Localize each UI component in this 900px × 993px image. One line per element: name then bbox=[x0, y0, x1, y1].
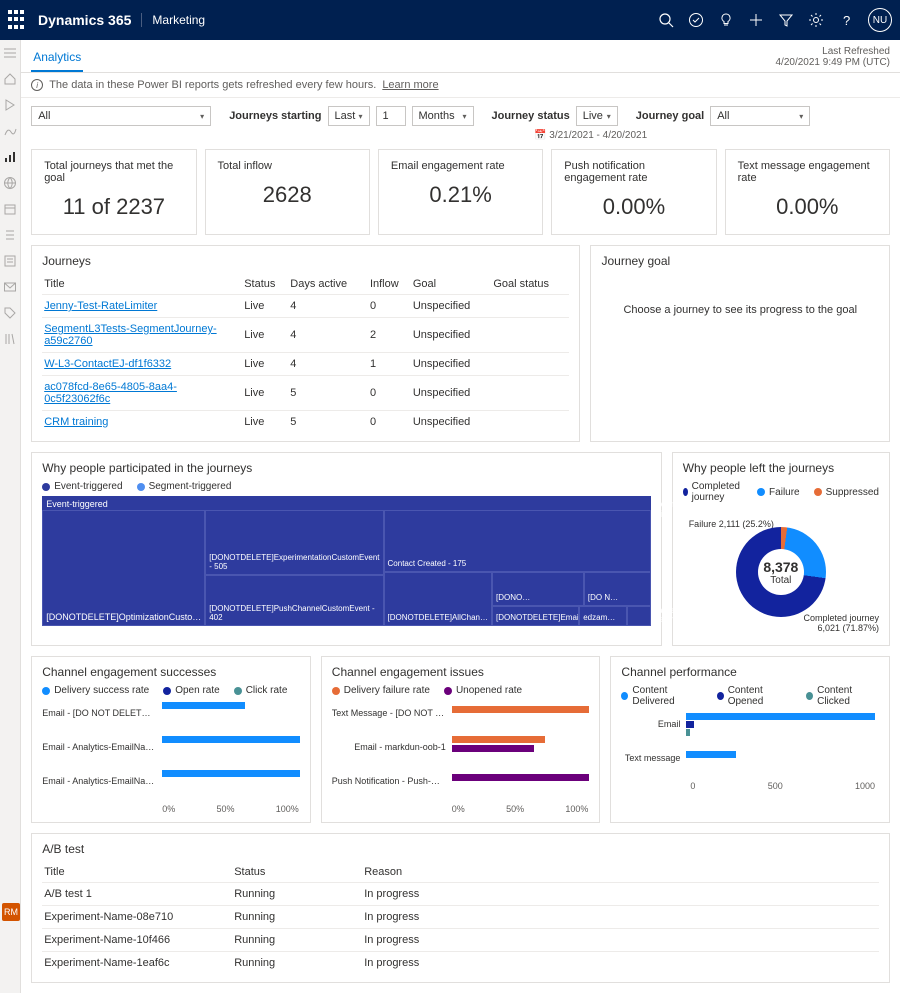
table-row[interactable]: Experiment-Name-10f466RunningIn progress bbox=[42, 929, 879, 952]
hamburger-icon[interactable] bbox=[3, 46, 17, 60]
journey-link[interactable]: Jenny-Test-RateLimiter bbox=[44, 300, 157, 312]
lightbulb-icon[interactable] bbox=[718, 12, 734, 28]
kpi-card: Email engagement rate0.21% bbox=[378, 149, 543, 235]
kpi-card: Total inflow2628 bbox=[205, 149, 370, 235]
table-row[interactable]: W-L3-ContactEJ-df1f6332Live41Unspecified bbox=[42, 353, 569, 376]
journeys-panel: Journeys Title Status Days active Inflow… bbox=[31, 245, 580, 442]
performance-chart[interactable]: Email Text message 05001000 bbox=[621, 713, 879, 791]
table-row[interactable]: Experiment-Name-1eaf6cRunningIn progress bbox=[42, 952, 879, 975]
filter-status-dropdown[interactable]: Live▾ bbox=[576, 106, 618, 126]
successes-chart[interactable]: Email - [DO NOT DELETE] L3 … Email - Ana… bbox=[42, 702, 300, 814]
table-row[interactable]: Jenny-Test-RateLimiterLive40Unspecified bbox=[42, 295, 569, 318]
info-link[interactable]: Learn more bbox=[382, 79, 438, 91]
journeys-title: Journeys bbox=[42, 254, 569, 268]
task-icon[interactable] bbox=[688, 12, 704, 28]
left-journeys-panel: Why people left the journeys Completed j… bbox=[672, 452, 890, 646]
nav-rail bbox=[0, 40, 21, 993]
filter-all-dropdown[interactable]: All▾ bbox=[31, 106, 211, 126]
info-text: The data in these Power BI reports gets … bbox=[49, 79, 376, 91]
form-icon[interactable] bbox=[3, 254, 17, 268]
table-row[interactable]: CRM trainingLive50Unspecified bbox=[42, 411, 569, 434]
filters-row: All▾ Journeys starting Last▾ 1 Months▾ J… bbox=[21, 98, 900, 128]
filter-period-dropdown[interactable]: Months▾ bbox=[412, 106, 474, 126]
table-row[interactable]: A/B test 1RunningIn progress bbox=[42, 883, 879, 906]
date-range: 📅 3/21/2021 - 4/20/2021 bbox=[281, 128, 900, 149]
successes-panel: Channel engagement successes Delivery su… bbox=[31, 656, 311, 823]
kpi-card: Total journeys that met the goal11 of 22… bbox=[31, 149, 196, 235]
table-row[interactable]: SegmentL3Tests-SegmentJourney-a59c2760Li… bbox=[42, 318, 569, 353]
filter-last-dropdown[interactable]: Last▾ bbox=[328, 106, 370, 126]
last-refreshed: Last Refreshed 4/20/2021 9:49 PM (UTC) bbox=[776, 46, 891, 68]
app-title: Dynamics 365 bbox=[38, 12, 131, 28]
filter-last-n[interactable]: 1 bbox=[376, 106, 406, 126]
journey-goal-panel: Journey goal Choose a journey to see its… bbox=[590, 245, 890, 442]
play-icon[interactable] bbox=[3, 98, 17, 112]
tab-bar: Analytics bbox=[21, 40, 900, 73]
kpi-row: Total journeys that met the goal11 of 22… bbox=[21, 149, 900, 235]
svg-text:?: ? bbox=[843, 13, 850, 28]
issues-panel: Channel engagement issues Delivery failu… bbox=[321, 656, 601, 823]
kpi-card: Push notification engagement rate0.00% bbox=[551, 149, 716, 235]
global-header: Dynamics 365 Marketing ? NU bbox=[0, 0, 900, 40]
goal-empty-message: Choose a journey to see its progress to … bbox=[601, 274, 879, 346]
info-bar: i The data in these Power BI reports get… bbox=[21, 73, 900, 98]
list-icon[interactable] bbox=[3, 228, 17, 242]
table-row[interactable]: ac078fcd-8e65-4805-8aa4-0c5f23062f6cLive… bbox=[42, 376, 569, 411]
abtest-table: Title Status Reason A/B test 1RunningIn … bbox=[42, 862, 879, 974]
user-avatar[interactable]: NU bbox=[868, 8, 892, 32]
journey-link[interactable]: ac078fcd-8e65-4805-8aa4-0c5f23062f6c bbox=[44, 381, 177, 405]
help-icon[interactable]: ? bbox=[838, 12, 854, 28]
table-row[interactable]: Experiment-Name-08e710RunningIn progress bbox=[42, 906, 879, 929]
journey-link[interactable]: CRM training bbox=[44, 416, 108, 428]
chevron-down-icon: ▾ bbox=[200, 112, 204, 121]
donut-chart[interactable]: Failure 2,111 (25.2%) 8,378Total Complet… bbox=[683, 507, 879, 637]
performance-panel: Channel performance Content Delivered Co… bbox=[610, 656, 890, 823]
rm-badge[interactable]: RM bbox=[2, 903, 20, 921]
library-icon[interactable] bbox=[3, 332, 17, 346]
calendar-icon[interactable] bbox=[3, 202, 17, 216]
analytics-icon[interactable] bbox=[3, 150, 17, 164]
gear-icon[interactable] bbox=[808, 12, 824, 28]
search-icon[interactable] bbox=[658, 12, 674, 28]
issues-chart[interactable]: Text Message - [DO NOT DEL… Email - mark… bbox=[332, 702, 590, 814]
filter-goal-label: Journey goal bbox=[636, 110, 704, 122]
info-icon: i bbox=[31, 79, 43, 91]
goal-panel-title: Journey goal bbox=[601, 254, 879, 268]
mail-icon[interactable] bbox=[3, 280, 17, 294]
journey-icon[interactable] bbox=[3, 124, 17, 138]
module-name: Marketing bbox=[141, 13, 205, 27]
journey-link[interactable]: W-L3-ContactEJ-df1f6332 bbox=[44, 358, 171, 370]
filter-goal-dropdown[interactable]: All▾ bbox=[710, 106, 810, 126]
add-icon[interactable] bbox=[748, 12, 764, 28]
tag-icon[interactable] bbox=[3, 306, 17, 320]
treemap-chart[interactable]: Event-triggered [DONOTDELETE]Optimizatio… bbox=[42, 496, 651, 626]
tab-analytics[interactable]: Analytics bbox=[31, 46, 83, 72]
journeys-table: Title Status Days active Inflow Goal Goa… bbox=[42, 274, 569, 433]
home-icon[interactable] bbox=[3, 72, 17, 86]
kpi-card: Text message engagement rate0.00% bbox=[725, 149, 890, 235]
abtest-panel: A/B test Title Status Reason A/B test 1R… bbox=[31, 833, 890, 983]
filter-status-label: Journey status bbox=[492, 110, 570, 122]
filter-journeys-starting-label: Journeys starting bbox=[229, 110, 321, 122]
globe-icon[interactable] bbox=[3, 176, 17, 190]
main-content: Last Refreshed 4/20/2021 9:49 PM (UTC) A… bbox=[21, 40, 900, 993]
app-launcher-icon[interactable] bbox=[8, 10, 28, 30]
filter-icon[interactable] bbox=[778, 12, 794, 28]
participated-panel: Why people participated in the journeys … bbox=[31, 452, 662, 646]
journey-link[interactable]: SegmentL3Tests-SegmentJourney-a59c2760 bbox=[44, 323, 216, 347]
